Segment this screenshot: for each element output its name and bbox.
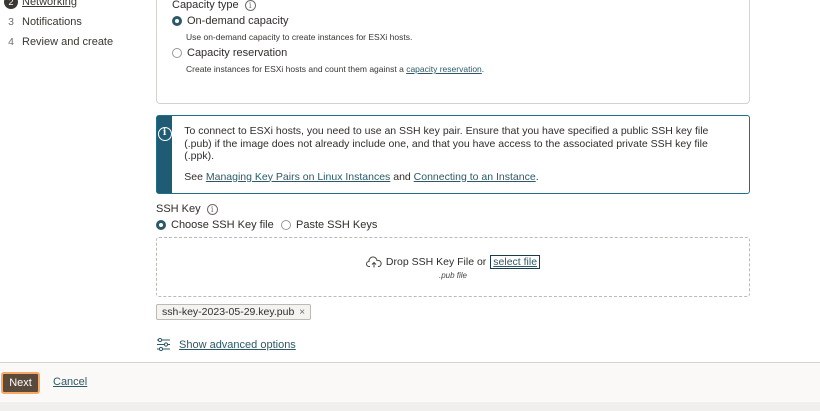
- banner-text: To connect to ESXi hosts, you need to us…: [184, 125, 709, 162]
- sliders-icon: [157, 338, 170, 351]
- info-icon[interactable]: i: [244, 0, 256, 11]
- remove-file-icon[interactable]: ×: [299, 307, 305, 318]
- advanced-options-row[interactable]: Show advanced options: [156, 338, 296, 351]
- capacity-reservation-help: Create instances for ESXi hosts and coun…: [186, 64, 484, 74]
- radio-choose-ssh-file-indicator[interactable]: [156, 220, 166, 230]
- step-networking[interactable]: 2 Networking: [0, 0, 150, 12]
- radio-capacity-reservation-indicator[interactable]: [172, 48, 182, 58]
- connecting-instance-link[interactable]: Connecting to an Instance: [414, 171, 536, 183]
- drop-file-type: .pub file: [438, 271, 468, 280]
- cloud-upload-icon: [365, 256, 382, 268]
- banner-side: i: [157, 116, 173, 193]
- wizard-steps: 2 Networking 3 Notifications 4 Review an…: [0, 0, 150, 52]
- capacity-type-label-row: Capacity type i: [172, 0, 256, 11]
- step-number-3: 3: [8, 16, 14, 28]
- banner-links: See Managing Key Pairs on Linux Instance…: [184, 171, 735, 184]
- on-demand-help: Use on-demand capacity to create instanc…: [186, 32, 413, 42]
- ssh-drop-zone[interactable]: Drop SSH Key File or select file .pub fi…: [156, 237, 750, 297]
- next-button[interactable]: Next: [1, 372, 40, 394]
- step-label-networking[interactable]: Networking: [22, 0, 77, 8]
- drop-text: Drop SSH Key File or: [385, 256, 487, 268]
- ssh-key-file-name: ssh-key-2023-05-29.key.pub: [162, 306, 295, 318]
- banner-body: To connect to ESXi hosts, you need to us…: [172, 116, 749, 193]
- bottom-strip: [0, 402, 820, 411]
- step-number-2: 2: [4, 0, 18, 9]
- banner-and: and: [390, 170, 414, 183]
- radio-choose-ssh-file[interactable]: Choose SSH Key file: [156, 219, 274, 231]
- ssh-info-banner: i To connect to ESXi hosts, you need to …: [156, 115, 750, 194]
- step-label-notifications: Notifications: [22, 16, 82, 28]
- capacity-reservation-link[interactable]: capacity reservation: [406, 64, 482, 74]
- radio-capacity-reservation-label[interactable]: Capacity reservation: [187, 47, 287, 59]
- radio-on-demand-label[interactable]: On-demand capacity: [187, 15, 289, 27]
- capacity-reservation-help-text: Create instances for ESXi hosts and coun…: [186, 64, 407, 74]
- info-circle-icon: i: [157, 127, 172, 141]
- banner-see: See: [184, 170, 206, 183]
- ssh-key-label: SSH Key: [156, 203, 201, 215]
- ssh-key-label-row: SSH Key i: [156, 203, 218, 215]
- ssh-key-file-chip: ssh-key-2023-05-29.key.pub ×: [156, 304, 312, 320]
- footer-bar: [0, 362, 820, 402]
- step-notifications[interactable]: 3 Notifications: [0, 12, 150, 32]
- radio-choose-ssh-file-label[interactable]: Choose SSH Key file: [171, 219, 274, 231]
- radio-paste-ssh-keys-indicator[interactable]: [281, 220, 291, 230]
- capacity-reservation-help-suffix: .: [481, 64, 485, 74]
- step-review[interactable]: 4 Review and create: [0, 32, 150, 52]
- radio-paste-ssh-keys-label[interactable]: Paste SSH Keys: [296, 219, 377, 231]
- show-advanced-options-link[interactable]: Show advanced options: [179, 339, 296, 351]
- ssh-info-icon[interactable]: i: [206, 203, 218, 215]
- managing-key-pairs-link[interactable]: Managing Key Pairs on Linux Instances: [206, 171, 390, 183]
- radio-paste-ssh-keys[interactable]: Paste SSH Keys: [281, 219, 377, 231]
- banner-end: .: [535, 170, 539, 183]
- radio-on-demand-indicator[interactable]: [172, 16, 182, 26]
- step-label-review: Review and create: [22, 36, 114, 48]
- radio-capacity-reservation[interactable]: Capacity reservation: [172, 47, 287, 59]
- select-file-link[interactable]: select file: [490, 255, 541, 269]
- step-number-4: 4: [8, 36, 14, 48]
- radio-on-demand[interactable]: On-demand capacity: [172, 15, 289, 27]
- capacity-type-label: Capacity type: [172, 0, 239, 11]
- drop-line: Drop SSH Key File or select file: [157, 255, 749, 269]
- cancel-link[interactable]: Cancel: [53, 376, 87, 388]
